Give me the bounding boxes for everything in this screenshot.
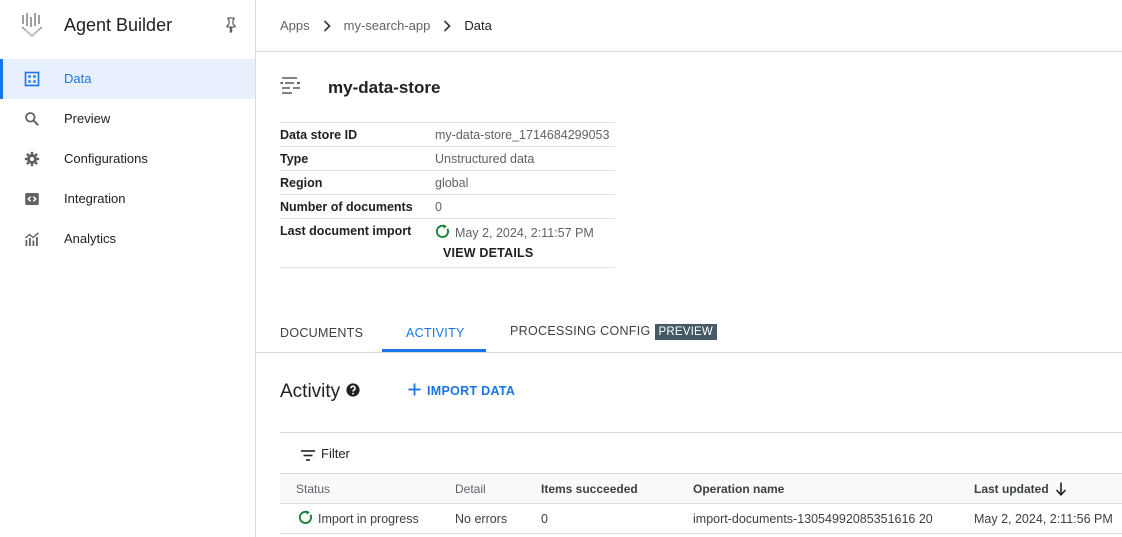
preview-badge: PREVIEW (654, 324, 717, 340)
info-key: Last document import (280, 224, 412, 238)
info-row-doc-count: Number of documents 0 (280, 194, 615, 218)
app-title: Agent Builder (64, 15, 173, 35)
sidebar-item-data[interactable]: Data (0, 59, 255, 99)
view-details-button[interactable]: VIEW DETAILS (443, 246, 533, 260)
in-progress-icon (298, 510, 313, 528)
column-header-operation-name[interactable]: Operation name (693, 482, 784, 496)
info-key: Number of documents (280, 200, 413, 214)
top-bar: Apps my-search-app Data (256, 0, 1122, 52)
column-header-label: Last updated (974, 482, 1049, 496)
info-key: Data store ID (280, 128, 358, 142)
sidebar-item-integration[interactable]: Integration (0, 179, 255, 219)
status-text: Import in progress (318, 512, 419, 526)
column-header-last-updated[interactable]: Last updated (974, 482, 1067, 499)
filter-bar[interactable]: Filter (280, 432, 1122, 474)
datastore-header: my-data-store (280, 74, 440, 103)
tab-label: PROCESSING CONFIG (510, 324, 651, 338)
tab-processing-config[interactable]: PROCESSING CONFIG PREVIEW (510, 324, 717, 340)
info-row-last-import: Last document import May 2, 2024, 2:11:5… (280, 218, 615, 268)
filter-label: Filter (321, 446, 350, 461)
filter-icon (301, 448, 315, 466)
breadcrumb-apps[interactable]: Apps (280, 18, 310, 33)
chevron-right-icon (318, 19, 336, 33)
column-header-status[interactable]: Status (296, 482, 330, 496)
sidebar: Agent Builder Data Preview Configuration… (0, 0, 256, 537)
last-updated-cell: May 2, 2024, 2:11:56 PM (974, 512, 1113, 526)
info-value: my-data-store_1714684299053 (435, 128, 610, 142)
arrow-down-sort-icon[interactable] (1055, 482, 1067, 499)
operation-name-cell[interactable]: import-documents-13054992085351616 20 (693, 512, 933, 526)
info-key: Type (280, 152, 309, 166)
sidebar-item-analytics[interactable]: Analytics (0, 219, 255, 259)
info-value: global (435, 176, 469, 190)
sidebar-item-label: Data (64, 71, 92, 86)
last-import-time: May 2, 2024, 2:11:57 PM (455, 226, 594, 240)
pin-icon[interactable] (224, 17, 238, 38)
status-cell: Import in progress (298, 510, 419, 528)
tab-documents[interactable]: DOCUMENTS (280, 326, 363, 340)
sidebar-nav: Data Preview Configurations Integration … (0, 59, 255, 259)
activity-heading: Activity (280, 381, 360, 403)
column-header-detail[interactable]: Detail (455, 482, 486, 496)
search-icon (24, 111, 40, 127)
sidebar-item-label: Preview (64, 111, 111, 126)
table-header: Status Detail Items succeeded Operation … (280, 474, 1122, 504)
sidebar-item-label: Analytics (64, 231, 117, 246)
tab-bar: DOCUMENTS ACTIVITY PROCESSING CONFIG PREV… (256, 318, 1122, 353)
sidebar-item-label: Configurations (64, 151, 148, 166)
help-icon[interactable] (346, 381, 360, 403)
detail-cell: No errors (455, 512, 508, 526)
active-tab-indicator (382, 349, 486, 352)
info-value-with-status: May 2, 2024, 2:11:57 PM (435, 224, 594, 242)
info-key: Region (280, 176, 323, 190)
agent-builder-logo-icon (20, 12, 44, 45)
breadcrumb: Apps my-search-app Data (280, 18, 492, 33)
gear-icon (24, 151, 40, 167)
import-data-button[interactable]: IMPORT DATA (408, 383, 515, 399)
sidebar-item-configurations[interactable]: Configurations (0, 139, 255, 179)
info-value: 0 (435, 200, 442, 214)
analytics-icon (24, 231, 40, 247)
activity-table: Filter Status Detail Items succeeded Ope… (280, 432, 1122, 534)
items-succeeded-cell: 0 (541, 512, 548, 526)
tab-activity[interactable]: ACTIVITY (406, 326, 465, 340)
sidebar-item-preview[interactable]: Preview (0, 99, 255, 139)
info-row-region: Region global (280, 170, 615, 194)
sidebar-item-label: Integration (64, 191, 126, 206)
page-title: my-data-store (328, 78, 441, 97)
plus-icon (408, 383, 421, 399)
in-progress-icon (435, 224, 450, 242)
info-value: Unstructured data (435, 152, 535, 166)
info-row-id: Data store ID my-data-store_171468429905… (280, 122, 615, 146)
table-row: Import in progress No errors 0 import-do… (280, 504, 1122, 534)
section-title: Activity (280, 381, 341, 402)
datastore-info-table: Data store ID my-data-store_171468429905… (280, 122, 615, 268)
chevron-right-icon (438, 19, 456, 33)
brand-header: Agent Builder (0, 0, 255, 52)
data-grid-icon (24, 71, 40, 87)
import-data-label: IMPORT DATA (427, 384, 516, 398)
breadcrumb-app[interactable]: my-search-app (344, 18, 431, 33)
code-icon (24, 191, 40, 207)
info-row-type: Type Unstructured data (280, 146, 615, 170)
column-header-items-succeeded[interactable]: Items succeeded (541, 482, 638, 496)
breadcrumb-current: Data (464, 18, 492, 33)
unstructured-doc-icon (280, 74, 304, 103)
